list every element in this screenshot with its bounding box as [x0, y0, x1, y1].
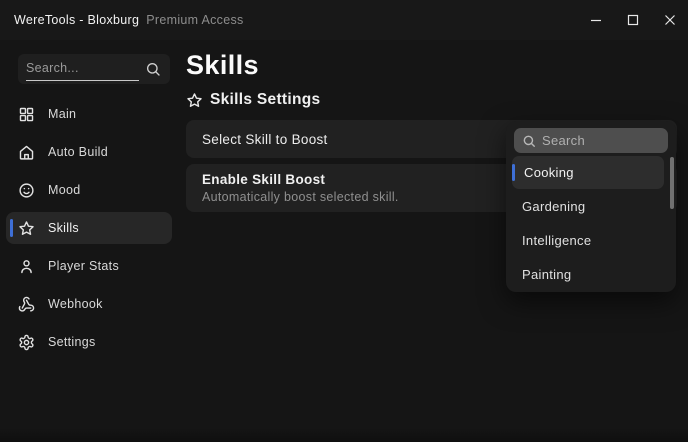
minimize-button[interactable]	[577, 0, 614, 40]
dropdown-scrollbar[interactable]	[670, 157, 674, 209]
section-header: Skills Settings	[186, 91, 320, 109]
smiley-icon	[18, 182, 35, 199]
window-controls	[577, 0, 688, 40]
grid-icon	[18, 106, 35, 123]
sidebar-item-label: Skills	[48, 221, 79, 235]
sidebar-search	[18, 54, 170, 84]
maximize-button[interactable]	[614, 0, 651, 40]
user-icon	[18, 258, 35, 275]
dropdown-option-painting[interactable]: Painting	[506, 257, 676, 291]
dropdown-options: Cooking Gardening Intelligence Painting	[506, 156, 676, 291]
dropdown-search-input[interactable]	[542, 133, 668, 148]
option-label: Painting	[522, 266, 572, 282]
titlebar: WereTools - Bloxburg Premium Access	[0, 0, 688, 40]
close-button[interactable]	[651, 0, 688, 40]
star-outline-icon	[186, 92, 203, 109]
sidebar-search-input[interactable]	[26, 57, 139, 81]
sidebar-item-mood[interactable]: Mood	[6, 174, 172, 206]
gear-icon	[18, 334, 35, 351]
sidebar-item-label: Webhook	[48, 297, 103, 311]
sidebar-item-settings[interactable]: Settings	[6, 326, 172, 358]
sidebar-item-label: Settings	[48, 335, 96, 349]
sidebar-nav: Main Auto Build Mood Skills Player Stats…	[0, 98, 180, 364]
webhook-icon	[18, 296, 35, 313]
sidebar-item-skills[interactable]: Skills	[6, 212, 172, 244]
skill-dropdown-panel: Cooking Gardening Intelligence Painting	[506, 121, 676, 292]
minimize-icon	[590, 14, 602, 26]
app-window: WereTools - Bloxburg Premium Access Sear…	[0, 0, 688, 442]
sidebar-item-label: Main	[48, 107, 77, 121]
dropdown-option-cooking[interactable]: Cooking	[512, 156, 664, 189]
premium-badge: Premium Access	[146, 13, 244, 27]
sidebar-item-main[interactable]: Main	[6, 98, 172, 130]
setting-label: Select Skill to Boost	[202, 131, 328, 147]
page-title: Skills	[186, 50, 259, 80]
sidebar-item-label: Mood	[48, 183, 81, 197]
sidebar-item-webhook[interactable]: Webhook	[6, 288, 172, 320]
sidebar: Main Auto Build Mood Skills	[0, 40, 180, 442]
dropdown-search	[514, 128, 668, 153]
sidebar-item-label: Auto Build	[48, 145, 108, 159]
option-label: Gardening	[522, 198, 586, 214]
search-icon	[522, 134, 536, 148]
dropdown-option-gardening[interactable]: Gardening	[506, 189, 676, 223]
dropdown-option-intelligence[interactable]: Intelligence	[506, 223, 676, 257]
section-title: Skills Settings	[210, 91, 321, 108]
sidebar-item-player-stats[interactable]: Player Stats	[6, 250, 172, 282]
option-label: Cooking	[524, 165, 574, 180]
window-title: WereTools - Bloxburg	[14, 13, 140, 27]
sidebar-item-label: Player Stats	[48, 259, 119, 273]
maximize-icon	[627, 14, 639, 26]
close-icon	[664, 14, 676, 26]
home-icon	[18, 144, 35, 161]
search-icon	[145, 61, 161, 77]
star-icon	[18, 220, 35, 237]
sidebar-item-auto-build[interactable]: Auto Build	[6, 136, 172, 168]
option-label: Intelligence	[522, 232, 592, 248]
